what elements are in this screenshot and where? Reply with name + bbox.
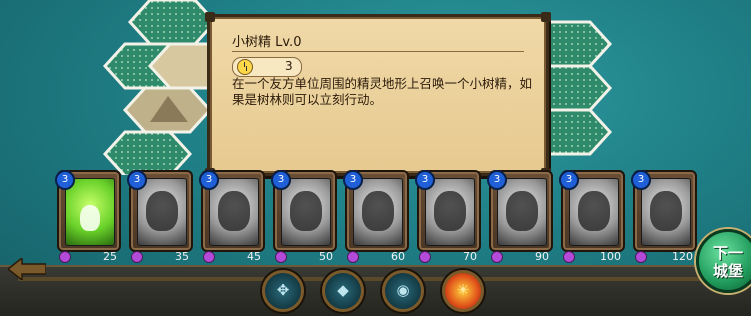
card-price: 70 bbox=[417, 250, 487, 264]
flower-icon bbox=[290, 191, 322, 231]
price-value: 45 bbox=[247, 250, 261, 263]
mask-button[interactable]: ◉ bbox=[382, 270, 424, 312]
card-art bbox=[497, 178, 547, 246]
gem-icon bbox=[131, 251, 143, 263]
card-price: 50 bbox=[273, 250, 343, 264]
level-badge: 3 bbox=[343, 170, 363, 190]
bottom-frame bbox=[0, 265, 751, 316]
unit-card[interactable]: 3 bbox=[271, 170, 337, 252]
gem-icon bbox=[203, 251, 215, 263]
clock-icon bbox=[237, 59, 253, 75]
unit-card[interactable]: 3 bbox=[127, 170, 193, 252]
tooltip-description: 在一个友方单位周围的精灵地形上召唤一个小树精，如果是树林则可以立刻行动。 bbox=[232, 76, 533, 107]
frame-groove bbox=[18, 277, 733, 281]
shield-button[interactable]: ◆ bbox=[322, 270, 364, 312]
turtle-icon bbox=[218, 191, 250, 231]
rune-icon: ✥ bbox=[276, 281, 290, 299]
next-castle-label-2: 城堡 bbox=[712, 262, 743, 280]
card-price: 35 bbox=[129, 250, 199, 264]
price-value: 50 bbox=[319, 250, 333, 263]
hex-tile-mountain[interactable] bbox=[122, 86, 213, 134]
gem-icon bbox=[635, 251, 647, 263]
card-art bbox=[65, 178, 115, 246]
hex-tile[interactable] bbox=[102, 130, 193, 175]
card-price: 120 bbox=[633, 250, 703, 264]
cost-value: 3 bbox=[285, 59, 293, 73]
card-art bbox=[209, 178, 259, 246]
price-value: 100 bbox=[600, 250, 621, 263]
level-badge: 3 bbox=[55, 170, 75, 190]
dark-spirit-icon bbox=[362, 191, 394, 231]
unit-card[interactable]: 3 bbox=[559, 170, 625, 252]
gem-icon bbox=[419, 251, 431, 263]
level-badge: 3 bbox=[631, 170, 651, 190]
seal-icon bbox=[506, 191, 538, 231]
next-castle-button[interactable]: 下一 城堡 bbox=[696, 229, 751, 293]
unit-card-bar: 3 25 3 35 3 45 3 50 3 60 3 70 3 90 3 100 3 120 ✥ ◆ ◉ ☀ bbox=[0, 170, 751, 316]
card-art bbox=[353, 178, 403, 246]
gem-icon bbox=[59, 251, 71, 263]
price-value: 120 bbox=[672, 250, 693, 263]
card-art bbox=[569, 178, 619, 246]
mask-icon: ◉ bbox=[396, 281, 410, 299]
fire-swirl-button[interactable]: ☀ bbox=[442, 270, 484, 312]
level-badge: 3 bbox=[415, 170, 435, 190]
card-art bbox=[281, 178, 331, 246]
level-badge: 3 bbox=[487, 170, 507, 190]
hex-tile[interactable] bbox=[127, 0, 218, 46]
gem-icon bbox=[491, 251, 503, 263]
card-art bbox=[425, 178, 475, 246]
tooltip-corner bbox=[205, 12, 215, 22]
skill-tooltip: 小树精 Lv.0 3 在一个友方单位周围的精灵地形上召唤一个小树精，如果是树林则… bbox=[205, 12, 551, 178]
card-price: 100 bbox=[561, 250, 631, 264]
price-value: 25 bbox=[103, 250, 117, 263]
unit-card[interactable]: 3 bbox=[631, 170, 697, 252]
decorative-arrow-icon bbox=[8, 258, 46, 280]
unit-card[interactable]: 3 bbox=[199, 170, 265, 252]
dragon-icon bbox=[650, 191, 682, 231]
treant-icon bbox=[80, 205, 100, 231]
tooltip-divider bbox=[232, 51, 524, 52]
gem-icon bbox=[275, 251, 287, 263]
card-price: 25 bbox=[57, 250, 127, 264]
plant-monster-icon bbox=[146, 191, 178, 231]
level-badge: 3 bbox=[127, 170, 147, 190]
card-price: 60 bbox=[345, 250, 415, 264]
card-art bbox=[641, 178, 691, 246]
level-badge: 3 bbox=[559, 170, 579, 190]
rune-button[interactable]: ✥ bbox=[262, 270, 304, 312]
fire-swirl-icon: ☀ bbox=[456, 281, 470, 299]
unit-card[interactable]: 3 bbox=[415, 170, 481, 252]
card-price: 45 bbox=[201, 250, 271, 264]
tooltip-title: 小树精 Lv.0 bbox=[232, 35, 302, 50]
unit-card[interactable]: 3 bbox=[343, 170, 409, 252]
price-value: 70 bbox=[463, 250, 477, 263]
gem-icon bbox=[347, 251, 359, 263]
unit-card[interactable]: 3 bbox=[487, 170, 553, 252]
shield-icon: ◆ bbox=[337, 281, 349, 299]
price-value: 35 bbox=[175, 250, 189, 263]
level-badge: 3 bbox=[199, 170, 219, 190]
gem-icon bbox=[563, 251, 575, 263]
unicorn-icon bbox=[578, 191, 610, 231]
golem-icon bbox=[434, 191, 466, 231]
cost-badge: 3 bbox=[232, 57, 302, 77]
price-value: 90 bbox=[535, 250, 549, 263]
card-price: 90 bbox=[489, 250, 559, 264]
tooltip-corner bbox=[541, 12, 551, 22]
unit-card[interactable]: 3 bbox=[55, 170, 121, 252]
price-value: 60 bbox=[391, 250, 405, 263]
card-art bbox=[137, 178, 187, 246]
level-badge: 3 bbox=[271, 170, 291, 190]
